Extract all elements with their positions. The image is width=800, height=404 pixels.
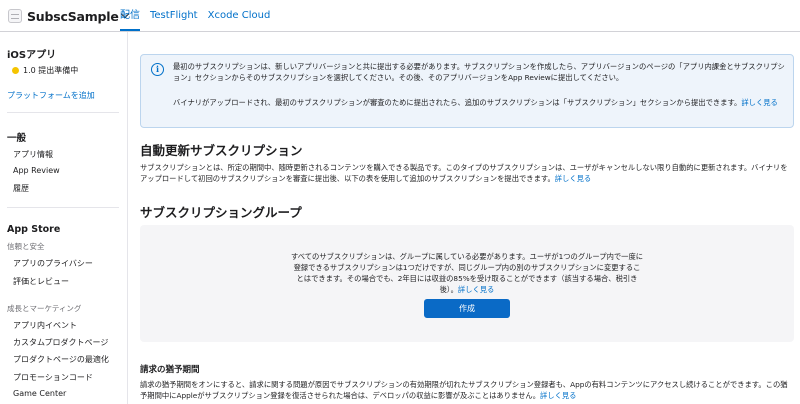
subscription-group-heading: サブスクリプショングループ [140, 205, 302, 220]
info-icon: i [151, 63, 164, 76]
main-content: i 最初のサブスクリプションは、新しいアプリバージョンと共に提出する必要がありま… [140, 32, 800, 404]
notice-text-2-body: バイナリがアップロードされ、最初のサブスクリプションが審査のために提出されたら、… [173, 98, 742, 107]
grace-period-description: 請求の猶予期間をオンにすると、請求に関する問題が原因でサブスクリプションの有効期… [140, 379, 794, 401]
add-platform-link[interactable]: プラットフォームを追加 [7, 90, 95, 101]
auto-renew-heading: 自動更新サブスクリプション [140, 143, 303, 158]
subscription-group-empty-state: すべてのサブスクリプションは、グループに属している必要があります。ユーザが1つの… [140, 225, 794, 342]
auto-renew-text: サブスクリプションとは、所定の期間中、随時更新されるコンテンツを購入できる製品で… [140, 163, 788, 183]
app-name: SubscSample [27, 8, 119, 24]
grace-period-heading: 請求の猶予期間 [140, 365, 200, 375]
tab-xcode-cloud[interactable]: Xcode Cloud [208, 0, 271, 32]
grace-text: 請求の猶予期間をオンにすると、請求に関する問題が原因でサブスクリプションの有効期… [140, 380, 788, 400]
group-description: すべてのサブスクリプションは、グループに属している必要があります。ユーザが1つの… [290, 251, 644, 295]
app-switcher[interactable]: SubscSample [8, 7, 129, 25]
tab-distribution[interactable]: 配信 [120, 0, 140, 31]
notice-text-2: バイナリがアップロードされ、最初のサブスクリプションが審査のために提出されたら、… [173, 97, 789, 108]
sidebar-item-promo-codes[interactable]: プロモーションコード [13, 372, 93, 383]
version-status-label: 1.0 提出準備中 [23, 66, 79, 75]
notice-text-1: 最初のサブスクリプションは、新しいアプリバージョンと共に提出する必要があります。… [173, 62, 785, 82]
sidebar-item-history[interactable]: 履歴 [13, 183, 29, 194]
sidebar: iOSアプリ 1.0 提出準備中 プラットフォームを追加 一般 アプリ情報 Ap… [0, 32, 128, 404]
sidebar-section-app-store: App Store [7, 224, 61, 235]
app-icon [8, 9, 22, 23]
auto-renew-learn-more-link[interactable]: 詳しく見る [555, 174, 591, 183]
sidebar-item-ratings[interactable]: 評価とレビュー [13, 276, 69, 287]
sidebar-item-in-app-events[interactable]: アプリ内イベント [13, 320, 77, 331]
platform-heading: iOSアプリ [7, 50, 57, 61]
sidebar-group-growth: 成長とマーケティング [7, 304, 82, 313]
main-tabs: 配信 TestFlight Xcode Cloud [120, 0, 280, 32]
sidebar-item-product-page-optimization[interactable]: プロダクトページの最適化 [13, 354, 109, 365]
sidebar-item-app-review[interactable]: App Review [13, 166, 60, 175]
sidebar-item-custom-product-pages[interactable]: カスタムプロダクトページ [13, 337, 108, 348]
group-learn-more-link[interactable]: 詳しく見る [458, 285, 494, 294]
sidebar-section-general: 一般 [7, 133, 27, 144]
sidebar-item-game-center[interactable]: Game Center [13, 389, 66, 398]
grace-learn-more-link[interactable]: 詳しく見る [540, 391, 576, 400]
auto-renew-description: サブスクリプションとは、所定の期間中、随時更新されるコンテンツを購入できる製品で… [140, 162, 794, 184]
tab-testflight[interactable]: TestFlight [150, 0, 198, 32]
sidebar-item-app-info[interactable]: アプリ情報 [13, 149, 53, 160]
version-status[interactable]: 1.0 提出準備中 [12, 65, 78, 76]
sidebar-item-privacy[interactable]: アプリのプライバシー [13, 258, 93, 269]
notice-learn-more-link[interactable]: 詳しく見る [741, 98, 777, 107]
top-bar: SubscSample 配信 TestFlight Xcode Cloud [0, 0, 800, 32]
sidebar-divider [7, 207, 119, 208]
sidebar-divider [7, 112, 119, 113]
sidebar-group-trust: 信頼と安全 [7, 242, 45, 251]
create-group-button[interactable]: 作成 [424, 299, 510, 318]
status-dot-icon [12, 67, 19, 74]
info-notice: i 最初のサブスクリプションは、新しいアプリバージョンと共に提出する必要がありま… [140, 54, 794, 128]
